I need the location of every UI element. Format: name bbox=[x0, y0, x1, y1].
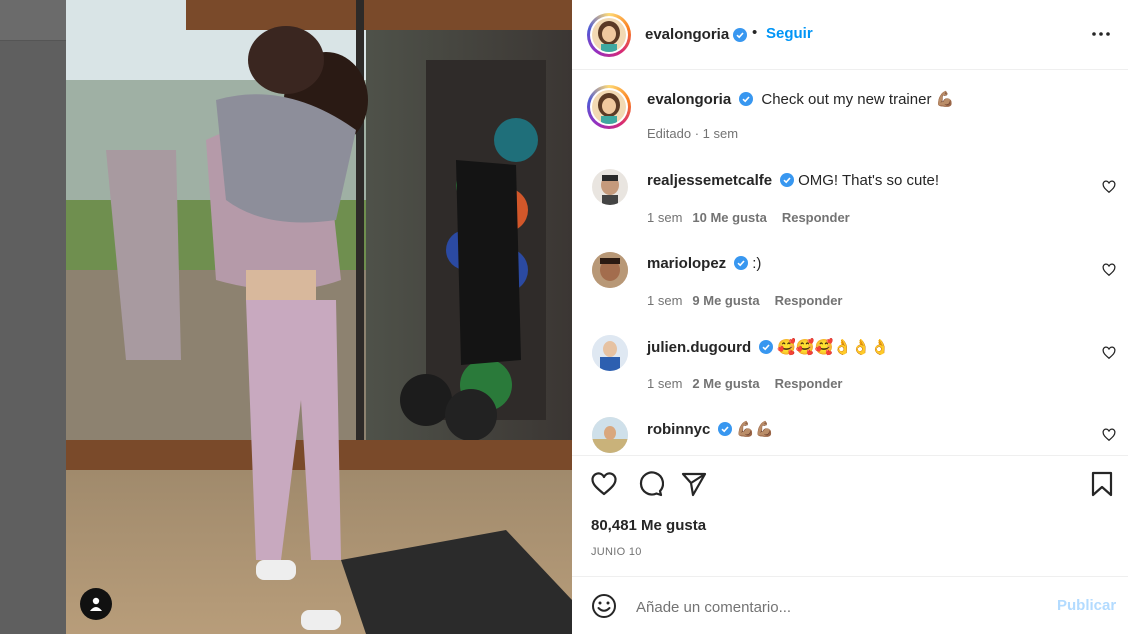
follow-button[interactable]: Seguir bbox=[766, 25, 813, 42]
comment-likes[interactable]: 9 Me gusta bbox=[692, 293, 759, 308]
reply-button[interactable]: Responder bbox=[782, 210, 850, 225]
comment-like-icon[interactable] bbox=[1102, 428, 1116, 442]
comment-icon[interactable] bbox=[636, 470, 664, 498]
bookmark-icon[interactable] bbox=[1088, 470, 1116, 498]
post-image bbox=[66, 0, 572, 634]
reply-button[interactable]: Responder bbox=[775, 376, 843, 391]
comment-likes[interactable]: 10 Me gusta bbox=[692, 210, 766, 225]
comment-text: 🥰🥰🥰👌👌👌 bbox=[777, 338, 890, 356]
comment-text-line: mariolopez:) bbox=[647, 255, 761, 272]
more-options-icon[interactable] bbox=[1090, 26, 1112, 42]
comment-text-line: robinnyc 💪🏽💪🏽 bbox=[647, 420, 774, 438]
post-actions: 80,481 Me gusta JUNIO 10 bbox=[572, 456, 1128, 577]
verified-badge-icon bbox=[759, 340, 774, 354]
comment-time: 1 sem bbox=[647, 376, 683, 391]
publish-button[interactable]: Publicar bbox=[1057, 597, 1116, 614]
verified-badge-icon bbox=[734, 256, 749, 270]
comment-text: :) bbox=[752, 255, 762, 272]
comment-avatar[interactable] bbox=[592, 335, 628, 371]
comment-meta: 1 sem 9 Me gusta Responder bbox=[647, 293, 843, 308]
comment-like-icon[interactable] bbox=[1102, 346, 1116, 360]
user-tag-button[interactable] bbox=[80, 588, 112, 620]
comment-avatar[interactable] bbox=[592, 417, 628, 453]
caption-username[interactable]: evalongoria bbox=[647, 91, 731, 108]
comment-text-line: realjessemetcalfe OMG! That's so cute! bbox=[647, 172, 939, 189]
verified-badge-icon bbox=[733, 28, 747, 42]
caption-meta: Editado · 1 sem bbox=[647, 126, 739, 141]
reply-button[interactable]: Responder bbox=[775, 293, 843, 308]
comment-likes[interactable]: 2 Me gusta bbox=[692, 376, 759, 391]
comment-text: 💪🏽💪🏽 bbox=[736, 420, 774, 438]
comment-username[interactable]: robinnyc bbox=[647, 421, 710, 438]
caption-text-line: evalongoria Check out my new trainer 💪🏽 bbox=[647, 90, 954, 108]
comment-time: 1 sem bbox=[647, 293, 683, 308]
user-tag-icon bbox=[90, 597, 102, 611]
post-date[interactable]: JUNIO 10 bbox=[591, 546, 642, 558]
comment-like-icon[interactable] bbox=[1102, 263, 1116, 277]
comment-time: 1 sem bbox=[647, 210, 683, 225]
caption-emoji: 💪🏽 bbox=[935, 90, 955, 108]
comment-composer: Publicar bbox=[572, 577, 1128, 634]
backdrop-top-bar bbox=[0, 0, 66, 41]
comment-like-icon[interactable] bbox=[1102, 180, 1116, 194]
verified-badge-icon bbox=[780, 173, 795, 187]
heart-icon[interactable] bbox=[590, 470, 618, 498]
post-panel: evalongoria • Seguir evalongoria Check o… bbox=[572, 0, 1128, 634]
post-header: evalongoria • Seguir bbox=[572, 0, 1128, 70]
comment-username[interactable]: realjessemetcalfe bbox=[647, 172, 772, 189]
caption-avatar[interactable] bbox=[587, 85, 631, 129]
comment-meta: 1 sem 2 Me gusta Responder bbox=[647, 376, 843, 391]
verified-badge-icon bbox=[718, 422, 733, 436]
comment-avatar[interactable] bbox=[592, 252, 628, 288]
comment-text: OMG! That's so cute! bbox=[798, 172, 940, 189]
modal-backdrop[interactable] bbox=[0, 0, 66, 634]
likes-count[interactable]: 80,481 Me gusta bbox=[591, 517, 706, 534]
share-icon[interactable] bbox=[680, 470, 708, 498]
comments-list[interactable]: evalongoria Check out my new trainer 💪🏽 … bbox=[572, 70, 1128, 456]
verified-badge-icon bbox=[739, 92, 754, 106]
comment-username[interactable]: julien.dugourd bbox=[647, 339, 751, 356]
author-username[interactable]: evalongoria bbox=[645, 26, 729, 43]
comment-input[interactable] bbox=[634, 595, 1038, 619]
comment-meta: 1 sem 10 Me gusta Responder bbox=[647, 210, 850, 225]
author-avatar[interactable] bbox=[587, 13, 631, 57]
caption-text: Check out my new trainer bbox=[761, 91, 932, 108]
header-separator: • bbox=[752, 24, 758, 41]
comment-username[interactable]: mariolopez bbox=[647, 255, 726, 272]
emoji-icon[interactable] bbox=[591, 593, 617, 619]
comment-avatar[interactable] bbox=[592, 169, 628, 205]
post-photo[interactable] bbox=[66, 0, 572, 634]
comment-text-line: julien.dugourd 🥰🥰🥰👌👌👌 bbox=[647, 338, 889, 356]
